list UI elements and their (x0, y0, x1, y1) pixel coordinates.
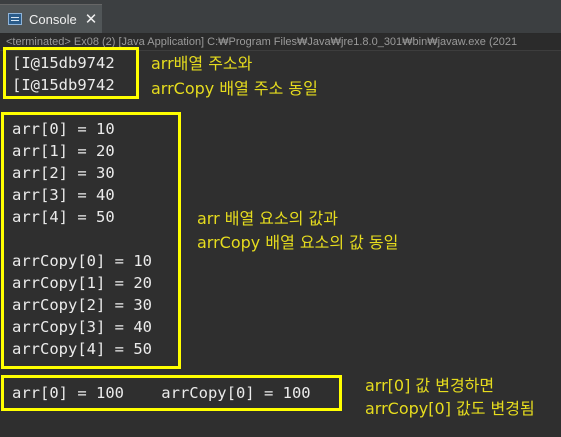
console-icon (8, 13, 22, 25)
console-output-area: [I@15db9742 [I@15db9742 arr배열 주소와 arrCop… (0, 47, 561, 437)
annotation-values-2: arrCopy 배열 요소의 값 동일 (197, 233, 399, 252)
output-line: arr[0] = 100 arrCopy[0] = 100 (12, 384, 311, 402)
close-icon[interactable]: ✕ (85, 11, 98, 27)
annotation-address-1: arr배열 주소와 (151, 54, 253, 73)
tab-console[interactable]: Console ✕ (0, 4, 102, 33)
output-line: arrCopy[3] = 40 (12, 318, 152, 336)
annotation-change-1: arr[0] 값 변경하면 (365, 376, 495, 395)
output-line: arrCopy[0] = 10 (12, 252, 152, 270)
output-line: arr[4] = 50 (12, 208, 115, 226)
output-line: arr[0] = 10 (12, 120, 115, 138)
output-line: arr[2] = 30 (12, 164, 115, 182)
view-tab-bar: Console ✕ (0, 0, 561, 34)
output-line: arr[3] = 40 (12, 186, 115, 204)
output-line: arrCopy[2] = 30 (12, 296, 152, 314)
output-line: arr[1] = 20 (12, 142, 115, 160)
annotation-values-1: arr 배열 요소의 값과 (197, 209, 338, 228)
annotation-change-2: arrCopy[0] 값도 변경됨 (365, 399, 535, 418)
tab-console-label: Console (29, 11, 77, 27)
output-line: [I@15db9742 (12, 54, 115, 72)
output-line: arrCopy[4] = 50 (12, 340, 152, 358)
output-line: arrCopy[1] = 20 (12, 274, 152, 292)
output-line: [I@15db9742 (12, 76, 115, 94)
annotation-address-2: arrCopy 배열 주소 동일 (151, 79, 318, 98)
